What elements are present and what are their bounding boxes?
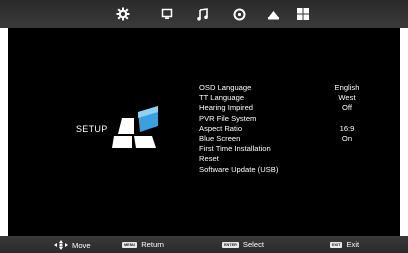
menu-item-value: West [338, 93, 356, 103]
menu-item-label: TT Language [199, 93, 245, 103]
gear-icon [116, 7, 130, 21]
lock-icon [267, 11, 279, 20]
hint-move-label: Move [72, 240, 91, 250]
menu-item-reset[interactable]: Reset [199, 154, 369, 164]
move-arrows-icon [54, 240, 68, 250]
menu-item-tt-language[interactable]: TT Language West [199, 93, 369, 103]
exit-key-icon: EXIT [330, 241, 343, 248]
menu-key-icon: MENU [122, 241, 138, 248]
setup-graphic-icon [112, 106, 158, 148]
settings-menu: OSD Language English TT Language West He… [199, 83, 369, 175]
menu-item-software-update[interactable]: Software Update (USB) [199, 165, 369, 175]
monitor-icon [161, 8, 173, 19]
tab-time[interactable] [228, 3, 250, 25]
hint-return-label: Return [141, 240, 164, 249]
menu-item-value: 16:9 [339, 123, 355, 133]
menu-item-first-time-installation[interactable]: First Time Installation [199, 144, 369, 154]
menu-item-pvr-file-system[interactable]: PVR File System [199, 114, 369, 124]
hint-exit: EXIT Exit [330, 240, 359, 249]
menu-item-label: Reset [199, 154, 219, 164]
menu-item-label: PVR File System [199, 113, 257, 123]
grid-icon [297, 8, 309, 20]
hint-exit-label: Exit [346, 240, 360, 249]
hint-return: MENU Return [122, 240, 164, 249]
hint-select-label: Select [242, 240, 264, 249]
music-note-icon [197, 7, 208, 21]
enter-key-icon: ENTER [222, 241, 239, 248]
menu-item-hearing-impaired[interactable]: Hearing Impired Off [199, 103, 369, 113]
tab-picture[interactable] [112, 3, 134, 25]
tab-setup[interactable] [292, 3, 314, 25]
clock-icon [233, 8, 245, 20]
menu-item-value: On [341, 133, 353, 143]
hint-select: ENTER Select [222, 240, 264, 249]
menu-item-aspect-ratio[interactable]: Aspect Ratio 16:9 [199, 124, 369, 134]
tab-sound[interactable] [192, 3, 214, 25]
menu-item-label: Aspect Ratio [199, 123, 243, 133]
tab-channel[interactable] [156, 3, 178, 25]
menu-item-label: First Time Installation [199, 144, 271, 154]
tab-lock[interactable] [262, 3, 284, 25]
menu-item-label: OSD Language [199, 83, 252, 92]
page-title: SETUP [76, 124, 108, 134]
hint-move: Move [54, 240, 91, 250]
menu-item-osd-language[interactable]: OSD Language English [199, 83, 369, 93]
menu-item-value: Off [342, 103, 352, 113]
key-hint-bar: Move MENU Return ENTER Select EXIT Exit [0, 236, 408, 253]
menu-item-label: Software Update (USB) [199, 164, 279, 174]
top-tab-bar [0, 0, 408, 28]
menu-item-label: Blue Screen [199, 133, 241, 143]
menu-item-blue-screen[interactable]: Blue Screen On [199, 134, 369, 144]
menu-item-label: Hearing Impired [199, 103, 254, 113]
menu-item-value: English [334, 83, 360, 92]
